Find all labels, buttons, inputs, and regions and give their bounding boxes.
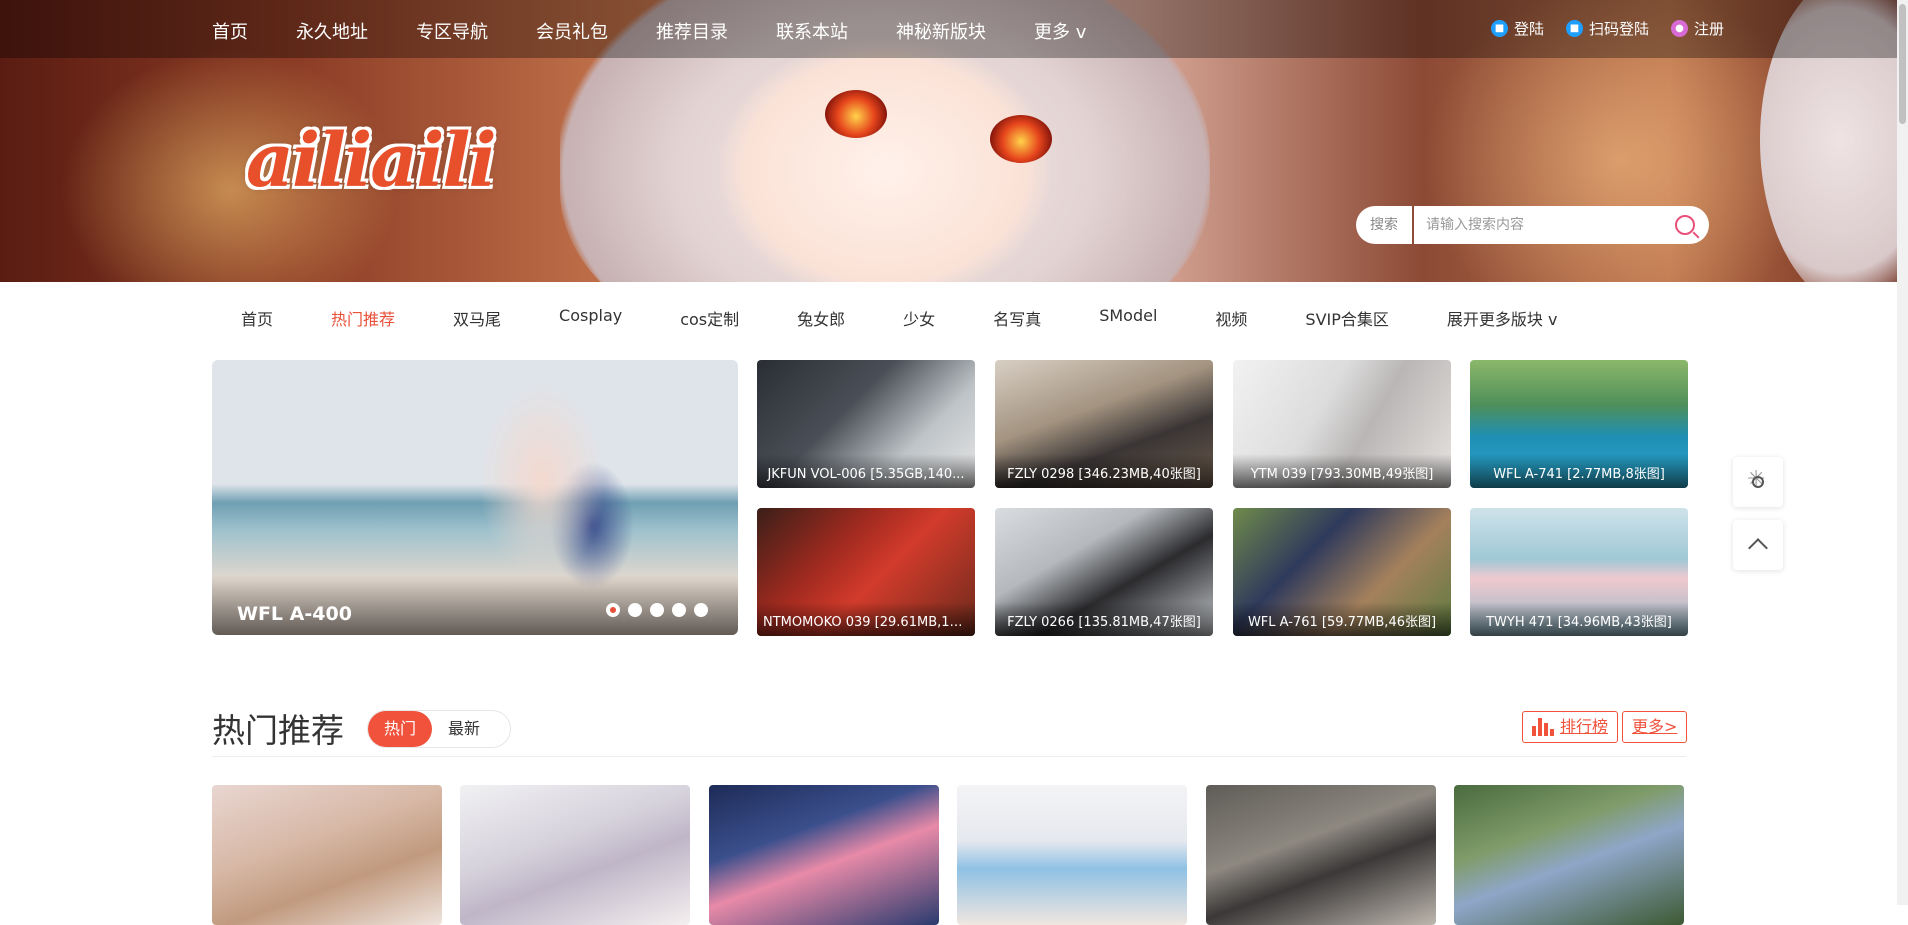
category-item-svip[interactable]: SVIP合集区	[1305, 306, 1388, 330]
search-input[interactable]	[1414, 206, 1654, 244]
thumb-title: JKFUN VOL-006 [5.35GB,140...	[767, 467, 965, 482]
tab-hot[interactable]: 热门	[368, 711, 433, 747]
thumb-title: WFL A-761 [59.77MB,46张图]	[1247, 615, 1437, 630]
top-nav-item-new-section[interactable]: 神秘新版块	[896, 18, 986, 44]
featured-thumb[interactable]: YTM 039 [793.30MB,49张图]	[1233, 360, 1451, 488]
category-item-bunny[interactable]: 兔女郎	[797, 306, 845, 330]
top-nav-item-recommend-index[interactable]: 推荐目录	[656, 18, 728, 44]
section-tabs: 热门 最新	[367, 710, 512, 748]
qr-login-label: 扫码登陆	[1588, 20, 1649, 38]
slider-title[interactable]: WFL A-400	[237, 603, 352, 625]
thumb-title: TWYH 471 [34.96MB,43张图]	[1486, 615, 1672, 630]
search-type-tag[interactable]: 搜索	[1356, 206, 1412, 244]
post-card[interactable]	[460, 785, 690, 925]
category-item-twin-tails[interactable]: 双马尾	[453, 306, 501, 330]
login-label: 登陆	[1513, 20, 1544, 38]
top-nav: 首页 永久地址 专区导航 会员礼包 推荐目录 联系本站 神秘新版块 更多 v	[212, 18, 1086, 44]
sun-icon	[1747, 469, 1765, 491]
user-icon: ●	[1670, 20, 1688, 37]
category-nav: 首页 热门推荐 双马尾 Cosplay cos定制 兔女郎 少女 名写真 SMo…	[241, 306, 1557, 330]
slider-dot[interactable]	[606, 603, 620, 617]
search-bar: 搜索	[1356, 206, 1709, 244]
slider-dots	[606, 603, 708, 617]
back-to-top-button[interactable]	[1733, 520, 1783, 570]
search-box	[1414, 206, 1709, 244]
category-item-girl[interactable]: 少女	[903, 306, 935, 330]
register-link[interactable]: ● 注册	[1670, 18, 1724, 39]
ranking-label: 排行榜	[1560, 717, 1609, 736]
featured-thumb[interactable]: JKFUN VOL-006 [5.35GB,140...	[757, 360, 975, 488]
top-nav-item-zone-nav[interactable]: 专区导航	[416, 18, 488, 44]
top-nav-item-permanent-address[interactable]: 永久地址	[296, 18, 368, 44]
qr-login-link[interactable]: ■ 扫码登陆	[1565, 18, 1649, 39]
category-item-smodel[interactable]: SModel	[1099, 306, 1157, 330]
section-divider	[212, 756, 1686, 757]
post-card[interactable]	[957, 785, 1187, 925]
slider-dot[interactable]	[694, 603, 708, 617]
top-nav-item-home[interactable]: 首页	[212, 18, 248, 44]
banner-art-face	[720, 40, 1050, 282]
auth-links: ■ 登陆 ■ 扫码登陆 ● 注册	[1490, 18, 1724, 39]
thumb-title: YTM 039 [793.30MB,49张图]	[1250, 467, 1434, 482]
page-scrollbar[interactable]	[1897, 0, 1908, 905]
category-item-famous-photo[interactable]: 名写真	[993, 306, 1041, 330]
category-item-hot[interactable]: 热门推荐	[331, 306, 395, 330]
theme-toggle-button[interactable]	[1733, 457, 1783, 507]
category-item-cosplay[interactable]: Cosplay	[559, 306, 622, 330]
lock-icon: ■	[1565, 20, 1583, 37]
tab-latest[interactable]: 最新	[432, 711, 496, 747]
banner-art-eye	[825, 90, 887, 138]
banner-art-eye	[990, 115, 1052, 163]
featured-thumb[interactable]: WFL A-741 [2.77MB,8张图]	[1470, 360, 1688, 488]
post-card[interactable]	[212, 785, 442, 925]
featured-thumb[interactable]: FZLY 0298 [346.23MB,40张图]	[995, 360, 1213, 488]
thumb-title: FZLY 0266 [135.81MB,47张图]	[1007, 615, 1201, 630]
slider-dot[interactable]	[650, 603, 664, 617]
ranking-button[interactable]: 排行榜	[1522, 711, 1619, 743]
slider-dot[interactable]	[672, 603, 686, 617]
category-item-video[interactable]: 视频	[1215, 306, 1247, 330]
register-label: 注册	[1693, 20, 1724, 38]
top-nav-item-more[interactable]: 更多 v	[1034, 18, 1086, 44]
thumb-title: FZLY 0298 [346.23MB,40张图]	[1007, 467, 1201, 482]
top-nav-item-member-gift[interactable]: 会员礼包	[536, 18, 608, 44]
top-nav-item-contact[interactable]: 联系本站	[776, 18, 848, 44]
hero-banner: ailiaili 首页 永久地址 专区导航 会员礼包 推荐目录 联系本站 神秘新…	[0, 0, 1897, 282]
post-card[interactable]	[1206, 785, 1436, 925]
slider-dot[interactable]	[628, 603, 642, 617]
search-icon[interactable]	[1675, 215, 1695, 235]
featured-slider[interactable]: WFL A-400	[212, 360, 738, 635]
thumb-title: WFL A-741 [2.77MB,8张图]	[1493, 467, 1665, 482]
chevron-up-icon	[1748, 538, 1768, 558]
featured-thumb[interactable]: WFL A-761 [59.77MB,46张图]	[1233, 508, 1451, 636]
section-title: 热门推荐	[212, 711, 344, 750]
featured-thumb[interactable]: TWYH 471 [34.96MB,43张图]	[1470, 508, 1688, 636]
lock-icon: ■	[1490, 20, 1508, 37]
site-logo[interactable]: ailiaili	[246, 118, 497, 204]
post-card[interactable]	[1454, 785, 1684, 925]
post-card[interactable]	[709, 785, 939, 925]
category-item-home[interactable]: 首页	[241, 306, 273, 330]
category-item-cos-custom[interactable]: cos定制	[680, 306, 739, 330]
more-button[interactable]: 更多>	[1622, 711, 1688, 743]
scrollbar-thumb[interactable]	[1899, 4, 1906, 124]
featured-thumb[interactable]: NTMOMOKO 039 [29.61MB,13...	[757, 508, 975, 636]
thumb-title: NTMOMOKO 039 [29.61MB,13...	[763, 615, 969, 630]
category-item-expand-more[interactable]: 展开更多版块 v	[1447, 306, 1558, 330]
featured-thumb[interactable]: FZLY 0266 [135.81MB,47张图]	[995, 508, 1213, 636]
bar-chart-icon	[1532, 718, 1554, 736]
login-link[interactable]: ■ 登陆	[1490, 18, 1544, 39]
